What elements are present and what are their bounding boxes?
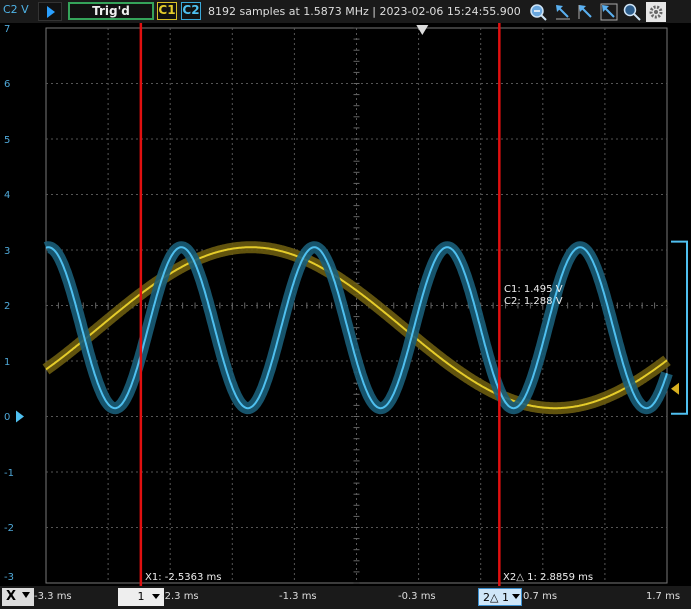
scope-plot-area[interactable]: 7 6 5 4 3 2 1 0 -1 -2 -3 C1: 1.495 V C2:…: [0, 23, 691, 586]
x-tick-label: 1.7 ms: [646, 591, 681, 602]
zoom-fit-icon[interactable]: [529, 3, 547, 21]
settings-icon[interactable]: [646, 2, 666, 22]
y-tick-label: 6: [4, 79, 11, 90]
toolbar: C2 V Trig'd C1 C2 8192 samples at 1.5873…: [0, 0, 691, 23]
chevron-down-icon[interactable]: [152, 594, 160, 599]
y-tick-label: -1: [4, 468, 14, 479]
channel1-offset-marker-icon[interactable]: [671, 382, 679, 395]
y-tick-label: -2: [4, 523, 14, 534]
x-tick-label: 0.7 ms: [523, 591, 558, 602]
cursor-x1-label: X1: -2.5363 ms: [145, 572, 222, 583]
y-tick-label: 7: [4, 24, 11, 35]
x-tick-label: -2.3 ms: [161, 591, 199, 602]
cursor-arrow-icon[interactable]: [600, 3, 618, 21]
cursor-arrow-icon[interactable]: [577, 3, 595, 21]
channel2-button[interactable]: C2: [181, 2, 201, 20]
channel-unit-label[interactable]: C2 V: [3, 3, 29, 16]
y-tick-label: -3: [4, 572, 14, 583]
cursor-arrow-icon[interactable]: [554, 3, 572, 21]
chevron-down-icon[interactable]: [22, 592, 30, 598]
x-tick-label: -3.3 ms: [34, 591, 72, 602]
cursor-readout-c2: C2: 1.288 V: [504, 296, 563, 307]
acquisition-info: 8192 samples at 1.5873 MHz | 2023-02-06 …: [208, 5, 521, 18]
x-tick-label: -0.3 ms: [398, 591, 436, 602]
time-axis-bar: X -3.3 ms 1 -2.3 ms -1.3 ms -0.3 ms 2△ 1…: [0, 586, 691, 609]
channel2-offset-marker-icon[interactable]: [16, 410, 24, 423]
cursor-x2-label: X2△ 1: 2.8859 ms: [503, 572, 594, 583]
y-tick-label: 1: [4, 357, 11, 368]
y-tick-label: 0: [4, 412, 11, 423]
y-tick-label: 3: [4, 246, 11, 257]
cursor-reference-value: 1: [137, 590, 145, 603]
chevron-down-icon[interactable]: [512, 594, 520, 599]
channel1-button[interactable]: C1: [157, 2, 177, 20]
run-button[interactable]: [38, 2, 62, 21]
y-tick-label: 2: [4, 301, 11, 312]
trigger-status-button[interactable]: Trig'd: [68, 2, 154, 20]
cursor-readout-c1: C1: 1.495 V: [504, 284, 563, 295]
x-axis-button-label: X: [6, 589, 17, 604]
cursor-delta-value: 2△ 1: [483, 591, 509, 604]
x-tick-label: -1.3 ms: [279, 591, 317, 602]
grid: [45, 27, 668, 584]
y-tick-label: 5: [4, 135, 11, 146]
waveform-chart[interactable]: [0, 23, 691, 586]
zoom-icon[interactable]: [623, 3, 641, 21]
y-tick-label: 4: [4, 190, 11, 201]
